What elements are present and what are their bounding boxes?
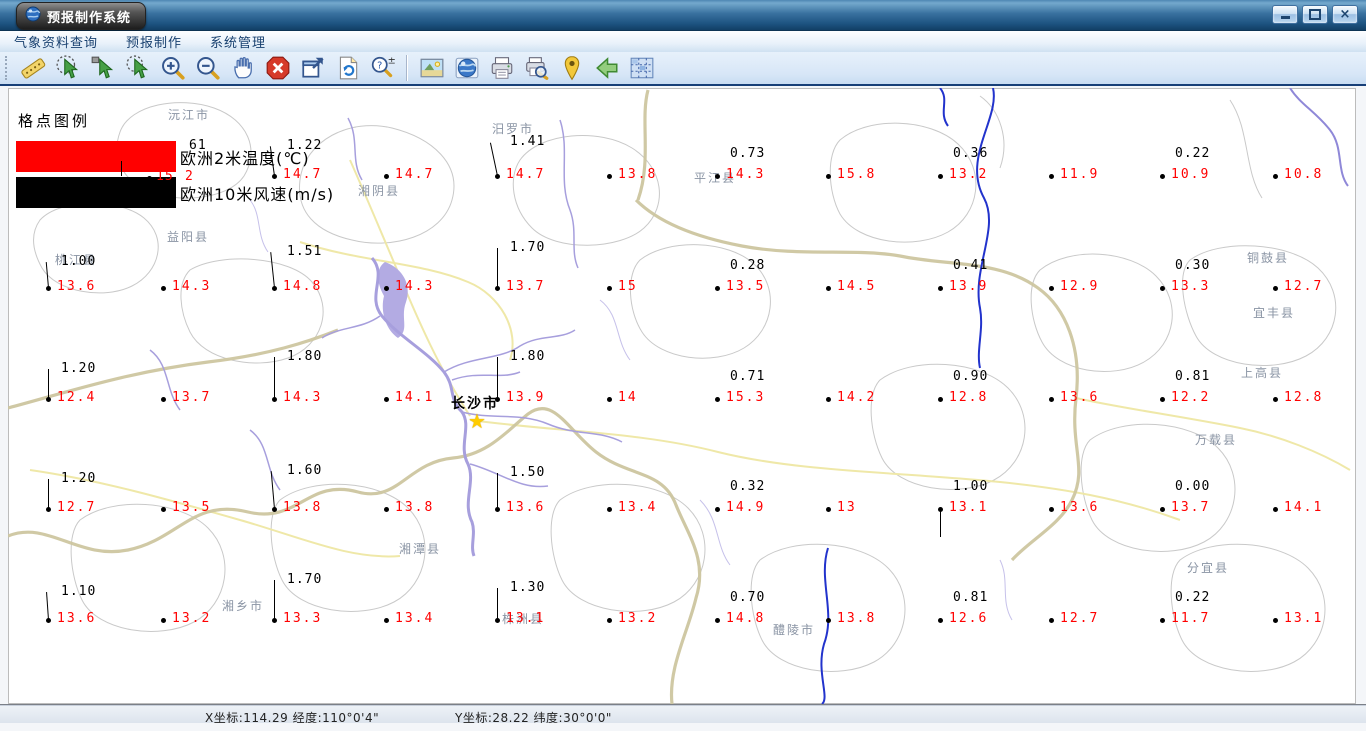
legend-swatch [16, 141, 176, 172]
window-frame-bottom [0, 723, 1366, 731]
legend-item-label: 欧洲2米温度(℃) [180, 148, 310, 168]
legend-item: 欧洲2米温度(℃) [16, 141, 334, 172]
legend-swatch [16, 177, 176, 208]
legend-title: 格点图例 [18, 112, 91, 130]
legend-item-label: 欧洲10米风速(m/s) [180, 184, 335, 204]
legend-item: 欧洲10米风速(m/s) [16, 177, 334, 208]
status-bar: X坐标:114.29 经度:110°0'4" Y坐标:28.22 纬度:30°0… [0, 704, 1366, 725]
legend-layer: 格点图例 欧洲2米温度(℃) 欧洲10米风速(m/s) [0, 0, 1366, 731]
grid-legend: 格点图例 欧洲2米温度(℃) 欧洲10米风速(m/s) [16, 108, 334, 213]
